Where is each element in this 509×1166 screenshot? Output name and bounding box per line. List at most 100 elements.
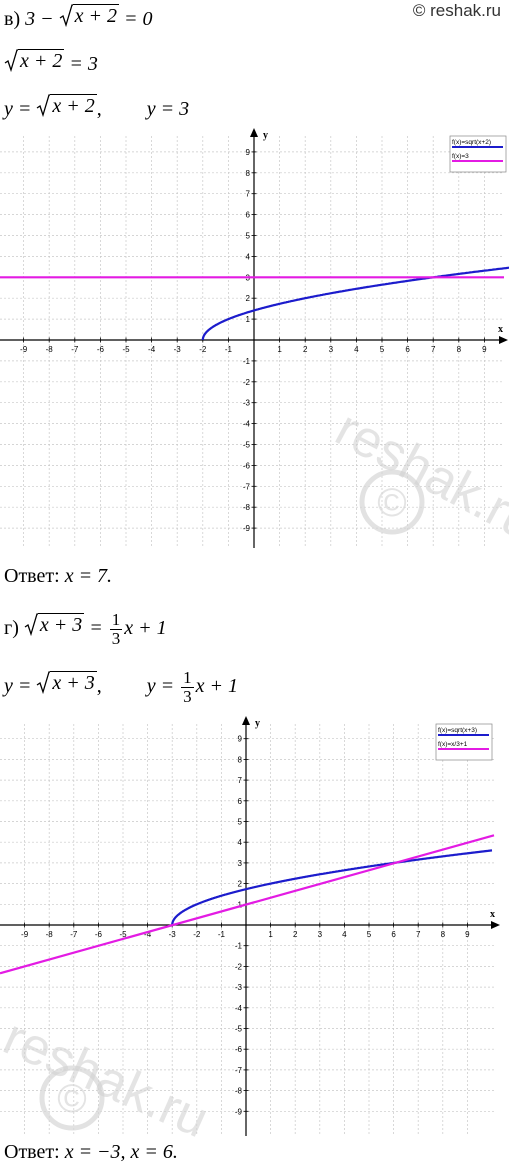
part-v-eq1-right: = 0 xyxy=(118,8,153,30)
sqrt-radical: x + 3 xyxy=(24,613,85,637)
chart-sqrt-x-plus-2: ©reshak.ruxy-9 -8 -7 -6 -5 -4 -3 -2 -1 1 2 3 4 5 6 7 8 99… xyxy=(0,128,509,552)
legend-entry-label: f(x)=x/3+1 xyxy=(438,741,468,748)
part-v-eq3-y1: y = xyxy=(4,98,37,120)
legend-entry-label: f(x)=3 xyxy=(452,153,469,160)
y-tick-label: 9 xyxy=(246,148,251,157)
x-tick-label: 8 xyxy=(441,930,446,939)
x-axis-arrow xyxy=(491,921,500,929)
y-axis-arrow xyxy=(250,128,258,137)
y-tick-label: -4 xyxy=(235,1004,243,1013)
fraction: 13 xyxy=(109,609,123,648)
fraction: 13 xyxy=(181,667,194,706)
x-tick-label: 6 xyxy=(405,345,410,354)
y-tick-label: -5 xyxy=(243,441,251,450)
chart-sqrt-x-plus-3: ©reshak.ruxy-9 -8 -7 -6 -5 -4 -3 -2 -1 1 2 3 4 5 6 7 8 99… xyxy=(0,716,500,1149)
y-tick-label: -1 xyxy=(243,357,251,366)
y-axis-label: y xyxy=(255,718,260,729)
part-v-equation-2: x + 2 = 3 xyxy=(4,49,98,76)
y-tick-label: -8 xyxy=(243,503,251,512)
x-tick-label: 6 xyxy=(391,930,396,939)
part-v-eq2-right: = 3 xyxy=(64,53,98,75)
y-tick-label: 3 xyxy=(238,859,243,868)
watermark-text: reshak.ru xyxy=(326,399,509,552)
x-tick-label: 9 xyxy=(482,345,487,354)
x-tick-label: 4 xyxy=(342,930,347,939)
y-tick-label: 6 xyxy=(246,211,251,220)
legend-entry-label: f(x)=sqrt(x+3) xyxy=(438,727,477,734)
y-tick-label: -5 xyxy=(235,1025,243,1034)
y-tick-label: 7 xyxy=(246,190,251,199)
x-tick-label: 7 xyxy=(431,345,436,354)
copyright-label: © reshak.ru xyxy=(412,1,501,20)
y-tick-label: 1 xyxy=(246,315,251,324)
y-tick-label: -6 xyxy=(235,1045,243,1054)
y-tick-label: 4 xyxy=(246,252,251,261)
part-g-letter: г) xyxy=(4,617,19,639)
y-tick-label: 9 xyxy=(238,735,243,744)
sqrt-radical: x + 2 xyxy=(36,94,97,118)
x-tick-label: -9 xyxy=(21,930,29,939)
y-tick-label: -7 xyxy=(243,482,251,491)
x-tick-label: 3 xyxy=(318,930,323,939)
x-tick-label: -7 xyxy=(70,930,78,939)
x-tick-label: 4 xyxy=(354,345,359,354)
x-tick-label: 1 xyxy=(268,930,273,939)
x-tick-label: -3 xyxy=(174,345,182,354)
y-tick-label: 6 xyxy=(238,797,243,806)
y-tick-label: -2 xyxy=(243,378,251,387)
x-tick-label: 2 xyxy=(303,345,308,354)
part-v-equation-1: в) 3 − x + 2 = 0 xyxy=(4,4,152,31)
x-tick-label: -1 xyxy=(218,930,226,939)
x-axis-label: x xyxy=(490,909,495,920)
y-tick-label: 2 xyxy=(238,880,243,889)
y-tick-label: -7 xyxy=(235,1066,243,1075)
y-tick-label: -6 xyxy=(243,461,251,470)
x-tick-label: 7 xyxy=(416,930,421,939)
part-g-equation-1: г) x + 3 = 13x + 1 xyxy=(4,609,167,648)
y-tick-label: 7 xyxy=(238,776,243,785)
part-v-equation-3: y = x + 2, y = 3 xyxy=(4,94,190,120)
x-tick-label: -2 xyxy=(193,930,201,939)
part-v-answer-value: x = 7. xyxy=(64,565,113,587)
part-v-eq1-left: 3 − xyxy=(25,8,59,30)
y-tick-label: 5 xyxy=(246,232,251,241)
series-line-0 xyxy=(171,849,493,925)
x-tick-label: -7 xyxy=(71,345,79,354)
x-tick-label: 8 xyxy=(457,345,462,354)
sqrt-radical: x + 2 xyxy=(4,49,65,73)
sqrt-radical: x + 3 xyxy=(36,671,97,695)
part-g-answer-value: x = −3, x = 6. xyxy=(64,1141,178,1163)
x-tick-label: -5 xyxy=(122,345,130,354)
part-g-answer: Ответ: x = −3, x = 6. xyxy=(4,1141,178,1163)
x-tick-label: -9 xyxy=(20,345,28,354)
y-tick-label: -9 xyxy=(235,1107,243,1116)
x-tick-label: -6 xyxy=(97,345,105,354)
x-tick-label: -8 xyxy=(46,930,54,939)
y-tick-label: -3 xyxy=(235,983,243,992)
y-tick-label: -4 xyxy=(243,420,251,429)
x-tick-label: 5 xyxy=(367,930,372,939)
y-tick-label: -8 xyxy=(235,1087,243,1096)
x-tick-label: -3 xyxy=(169,930,177,939)
y-axis-label: y xyxy=(263,130,268,141)
y-tick-label: -3 xyxy=(243,399,251,408)
y-tick-label: 8 xyxy=(246,169,251,178)
y-tick-label: -1 xyxy=(235,942,243,951)
y-tick-label: 2 xyxy=(246,294,251,303)
part-v-letter: в) xyxy=(4,8,21,30)
x-tick-label: 2 xyxy=(293,930,298,939)
legend-entry-label: f(x)=sqrt(x+2) xyxy=(452,139,491,146)
x-tick-label: -1 xyxy=(225,345,233,354)
watermark-text: reshak.ru xyxy=(0,1008,217,1149)
x-tick-label: 9 xyxy=(465,930,470,939)
y-tick-label: -2 xyxy=(235,962,243,971)
x-tick-label: 5 xyxy=(380,345,385,354)
y-tick-label: 8 xyxy=(238,755,243,764)
part-v-eq3-y2: y = 3 xyxy=(146,98,190,120)
y-tick-label: -9 xyxy=(243,524,251,533)
part-g-equation-2: y = x + 3, y = 13x + 1 xyxy=(4,667,238,706)
y-axis-arrow xyxy=(242,716,250,725)
sqrt-radical: x + 2 xyxy=(59,4,119,28)
y-tick-label: 5 xyxy=(238,818,243,827)
y-tick-label: 4 xyxy=(238,838,243,847)
